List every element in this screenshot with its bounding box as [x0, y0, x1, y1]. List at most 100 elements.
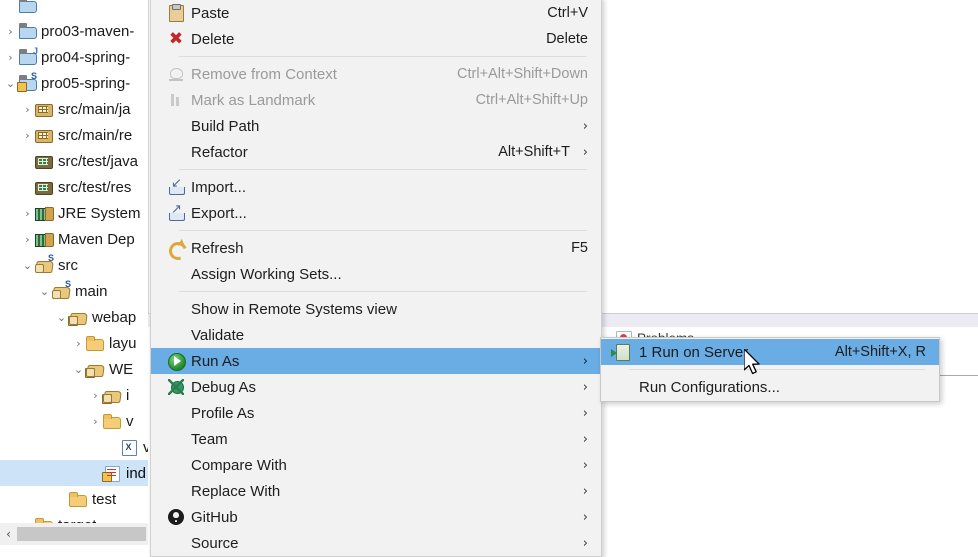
- submenu-chevron-right-icon: ›: [582, 353, 588, 369]
- tree-item-label: v: [126, 412, 134, 430]
- menu-item-icon-slot: [165, 352, 191, 371]
- tree-expand-arrow[interactable]: ⌄: [21, 260, 34, 271]
- menu-item-assign-working-sets[interactable]: Assign Working Sets...: [151, 261, 601, 287]
- submenu-chevron-right-icon: ›: [582, 405, 588, 421]
- tree-expand-arrow[interactable]: ›: [89, 390, 102, 401]
- tree-item-label: src: [58, 256, 78, 274]
- tree-item-label: test: [92, 490, 117, 508]
- tree-item[interactable]: › v: [0, 408, 148, 434]
- menu-item-run-as[interactable]: Run As ›: [151, 348, 601, 374]
- tree-item[interactable]: v: [0, 434, 148, 460]
- tree-expand-arrow[interactable]: ⌄: [55, 312, 68, 323]
- tree-item[interactable]: › Maven Dep: [0, 226, 148, 252]
- menu-item-label: Build Path: [191, 117, 260, 135]
- tree-item[interactable]: › src/main/re: [0, 122, 148, 148]
- tree-expand-arrow[interactable]: ⌄: [72, 364, 85, 375]
- tree-item[interactable]: [0, 0, 148, 18]
- gold-lock-icon: [85, 361, 104, 378]
- tree-item-label: i: [126, 386, 130, 404]
- submenu-chevron-right-icon: ›: [582, 535, 588, 551]
- menu-item-icon-slot: [165, 202, 191, 222]
- menu-item-label: 1 Run on Server: [639, 343, 749, 361]
- menu-item-label: Export...: [191, 204, 247, 222]
- tree-item[interactable]: src/test/res: [0, 174, 148, 200]
- tree-expand-arrow[interactable]: ›: [89, 416, 102, 427]
- tree-expand-arrow[interactable]: ⌄: [4, 78, 17, 89]
- tree-item-label: Maven Dep: [58, 230, 135, 248]
- menu-item-remove-from-context: Remove from Context Ctrl+Alt+Shift+Down: [151, 61, 601, 87]
- tree-item[interactable]: test: [0, 486, 148, 512]
- project-explorer-tree[interactable]: › pro03-maven- › Jpro04-spring- ⌄ Spro05-spri…: [0, 0, 148, 545]
- refresh-icon: [167, 239, 185, 257]
- tree-expand-arrow[interactable]: ›: [4, 52, 17, 63]
- menu-item-label: Refactor: [191, 143, 248, 161]
- menu-item-refresh[interactable]: Refresh F5: [151, 235, 601, 261]
- lock-badge-icon: [68, 316, 78, 326]
- menu-item-refactor[interactable]: Refactor Alt+Shift+T ›: [151, 139, 601, 165]
- tree-item[interactable]: ⌄ WE: [0, 356, 148, 382]
- menu-item-paste[interactable]: Paste Ctrl+V: [151, 0, 601, 26]
- scroll-thumb[interactable]: [17, 527, 146, 541]
- submenu-chevron-right-icon: ›: [582, 144, 588, 160]
- tree-item[interactable]: ind: [0, 460, 148, 486]
- tree-item[interactable]: ⌄ Smain: [0, 278, 148, 304]
- menu-item-icon-slot: [165, 456, 191, 474]
- menu-separator: [179, 56, 587, 57]
- tree-expand-arrow[interactable]: ›: [72, 338, 85, 349]
- menu-item-team[interactable]: Team ›: [151, 426, 601, 452]
- menu-item-run-configurations[interactable]: Run Configurations...: [601, 374, 939, 400]
- tree-horizontal-scrollbar[interactable]: ‹: [0, 523, 148, 545]
- menu-item-label: Show in Remote Systems view: [191, 300, 397, 318]
- tree-expand-arrow[interactable]: ›: [21, 208, 34, 219]
- tree-expand-arrow[interactable]: ›: [4, 26, 17, 37]
- tree-item-label: JRE System: [58, 204, 141, 222]
- menu-item-icon-slot: [165, 143, 191, 161]
- srcfold-icon: [34, 127, 53, 143]
- submenu-chevron-right-icon: ›: [582, 431, 588, 447]
- menu-item-export[interactable]: Export...: [151, 200, 601, 226]
- tree-item[interactable]: ⌄ Ssrc: [0, 252, 148, 278]
- tree-item[interactable]: src/test/java: [0, 148, 148, 174]
- xml-icon: [119, 439, 138, 456]
- menu-item-compare-with[interactable]: Compare With ›: [151, 452, 601, 478]
- submenu-chevron-right-icon: ›: [582, 379, 588, 395]
- menu-item-replace-with[interactable]: Replace With ›: [151, 478, 601, 504]
- menu-item-label: Profile As: [191, 404, 255, 422]
- tree-item[interactable]: ⌄ webap: [0, 304, 148, 330]
- menu-item-label: Replace With: [191, 482, 281, 500]
- tree-item[interactable]: › layu: [0, 330, 148, 356]
- tree-expand-arrow[interactable]: ›: [21, 104, 34, 115]
- tree-item[interactable]: › i: [0, 382, 148, 408]
- scroll-left-arrow[interactable]: ‹: [0, 523, 17, 545]
- menu-item-validate[interactable]: Validate: [151, 322, 601, 348]
- tree-item[interactable]: ⌄ Spro05-spring-: [0, 70, 148, 96]
- tree-item-label: src/test/java: [58, 152, 139, 170]
- tree-item[interactable]: › pro03-maven-: [0, 18, 148, 44]
- menu-item-1-run-on-server[interactable]: 1 Run on Server Alt+Shift+X, R: [601, 339, 939, 365]
- tree-item[interactable]: › JRE System: [0, 200, 148, 226]
- menu-item-debug-as[interactable]: Debug As ›: [151, 374, 601, 400]
- menu-item-delete[interactable]: ✖ Delete Delete: [151, 26, 601, 52]
- menu-item-shortcut: Alt+Shift+T: [498, 144, 570, 160]
- tree-item[interactable]: › Jpro04-spring-: [0, 44, 148, 70]
- tree-expand-arrow[interactable]: ›: [21, 130, 34, 141]
- menu-item-source[interactable]: Source ›: [151, 530, 601, 556]
- tree-expand-arrow[interactable]: ⌄: [38, 286, 51, 297]
- run-as-submenu[interactable]: 1 Run on Server Alt+Shift+X, R Run Configu…: [600, 337, 940, 402]
- tree-item[interactable]: › src/main/ja: [0, 96, 148, 122]
- context-menu[interactable]: Paste Ctrl+V ✖ Delete Delete Remove from Cont…: [150, 0, 602, 557]
- proj-s-lock-icon: S: [17, 72, 37, 92]
- run-on-server-icon: [611, 343, 630, 361]
- testfold-icon: [34, 153, 53, 169]
- proj-icon: [17, 0, 37, 13]
- menu-item-icon-slot: [165, 117, 191, 135]
- menu-item-profile-as[interactable]: Profile As ›: [151, 400, 601, 426]
- menu-item-github[interactable]: GitHub ›: [151, 504, 601, 530]
- tree-expand-arrow[interactable]: ›: [21, 234, 34, 245]
- menu-item-build-path[interactable]: Build Path ›: [151, 113, 601, 139]
- menu-item-import[interactable]: Import...: [151, 174, 601, 200]
- menu-item-shortcut: Delete: [546, 31, 588, 47]
- menu-item-show-in-remote-systems-view[interactable]: Show in Remote Systems view: [151, 296, 601, 322]
- menu-item-icon-slot: [165, 508, 191, 526]
- menu-item-icon-slot: [165, 378, 191, 396]
